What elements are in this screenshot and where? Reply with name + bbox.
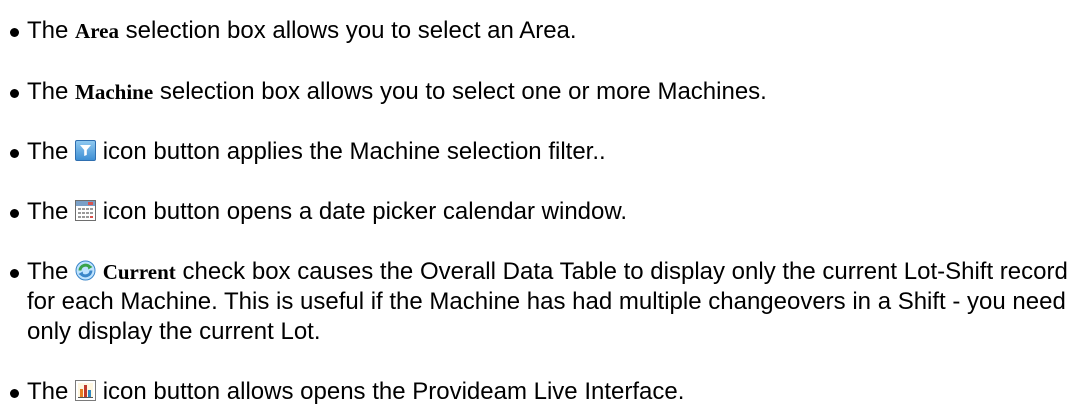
text-segment: The: [27, 378, 76, 405]
text-segment: The: [27, 258, 76, 285]
text-segment: icon button allows opens the Provideam L…: [96, 378, 685, 405]
list-item-text: The Machine selection box allows you to …: [27, 77, 1067, 107]
term-area: Area: [75, 19, 119, 43]
text-segment: The: [27, 17, 76, 44]
text-segment: The: [27, 78, 76, 105]
term-machine: Machine: [75, 80, 154, 104]
list-item-text: The icon button applies the Machine sele…: [27, 137, 1067, 167]
filter-icon: [75, 140, 97, 161]
text-segment: icon button opens a date picker calendar…: [96, 198, 628, 225]
bullet: [10, 28, 19, 37]
text-segment: selection box allows you to select an Ar…: [118, 17, 577, 44]
bullet: [10, 269, 19, 278]
list-item-text: The Current check box causes the Overall…: [27, 257, 1072, 347]
text-segment: The: [27, 138, 76, 165]
text-segment: check box causes the Overall Data Table …: [27, 258, 1068, 345]
text-segment: selection box allows you to select one o…: [153, 78, 767, 105]
bullet: [10, 89, 19, 98]
bar-chart-icon: [75, 380, 97, 401]
bullet: [10, 389, 19, 398]
bullet: [10, 209, 19, 218]
calendar-icon: [75, 200, 97, 221]
list-item-text: The icon button opens a date picker cale…: [27, 197, 1067, 227]
list-item-text: The icon button allows opens the Provide…: [27, 377, 1067, 407]
text-segment: The: [27, 198, 76, 225]
text-segment: icon button applies the Machine selectio…: [96, 138, 606, 165]
bullet: [10, 149, 19, 158]
term-current: Current: [102, 260, 176, 284]
refresh-current-icon: [75, 260, 96, 281]
list-item-text: The Area selection box allows you to sel…: [27, 16, 1067, 46]
